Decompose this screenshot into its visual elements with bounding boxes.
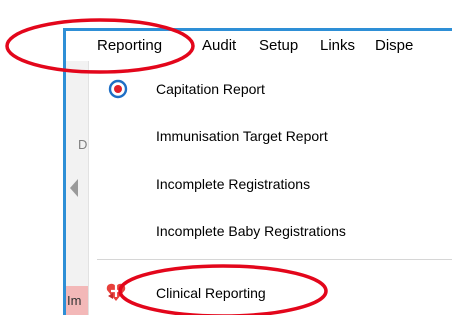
menu-bar: Reporting Audit Setup Links Dispe [66, 31, 452, 61]
menu-item-label: Incomplete Registrations [156, 176, 311, 192]
menu-item-immunisation-target-report[interactable]: Immunisation Target Report [89, 114, 452, 158]
menu-item-label: Clinical Reporting [156, 285, 266, 301]
background-fragment-text: D [78, 137, 88, 152]
menu-item-incomplete-baby-registrations[interactable]: Incomplete Baby Registrations [89, 209, 452, 253]
menu-item-incomplete-registrations[interactable]: Incomplete Registrations [89, 162, 452, 206]
menu-item-capitation-report[interactable]: Capitation Report [89, 67, 452, 111]
menu-item-label: Incomplete Baby Registrations [156, 223, 346, 239]
menu-audit[interactable]: Audit [202, 37, 236, 54]
menu-separator [97, 259, 452, 260]
menu-reporting[interactable]: Reporting [97, 37, 162, 54]
menu-reporting-label: Reporting [97, 37, 163, 54]
menu-item-label: Capitation Report [156, 81, 265, 97]
background-fragment-text-2: Im [67, 293, 82, 308]
menu-item-clinical-reporting[interactable]: Clinical Reporting [89, 271, 452, 315]
menu-setup[interactable]: Setup [259, 37, 298, 54]
radio-target-icon [108, 79, 128, 99]
reporting-dropdown-menu: Capitation Report Immunisation Target Re… [88, 61, 452, 315]
menu-links[interactable]: Links [320, 37, 355, 54]
menu-dispensing-label: Dispe [375, 37, 414, 54]
collapse-triangle-icon [70, 179, 78, 197]
clinical-reporting-icon [106, 283, 126, 301]
menu-audit-label: Audit [202, 37, 237, 54]
screenshot-stage: Reporting Audit Setup Links Dispe D Im C… [0, 0, 452, 315]
menu-item-label: Immunisation Target Report [156, 128, 328, 144]
menu-links-label: Links [320, 37, 356, 54]
menu-setup-label: Setup [259, 37, 299, 54]
background-window-edge: D Im [66, 61, 88, 315]
menu-dispensing[interactable]: Dispe [375, 37, 413, 54]
